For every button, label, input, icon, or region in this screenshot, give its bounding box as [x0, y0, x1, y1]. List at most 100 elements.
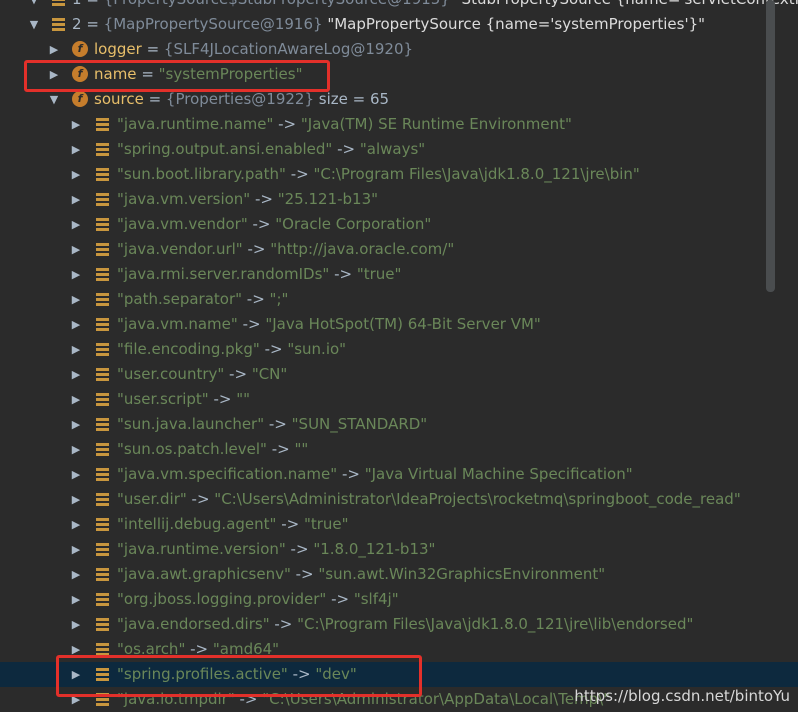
expand-arrow-icon[interactable]: ▶ — [70, 512, 82, 537]
entry-value: "CN" — [251, 365, 288, 383]
collapse-arrow-icon[interactable]: ▼ — [48, 87, 60, 112]
expand-arrow-icon[interactable]: ▶ — [70, 462, 82, 487]
property-entry-row[interactable]: ▶ "java.vm.version" -> "25.121-b13" — [0, 187, 798, 212]
expand-arrow-icon[interactable]: ▶ — [70, 312, 82, 337]
expand-arrow-icon[interactable]: ▶ — [70, 262, 82, 287]
entry-key: "java.rmi.server.randomIDs" — [117, 265, 330, 283]
property-entry-row[interactable]: ▶ "file.encoding.pkg" -> "sun.io" — [0, 337, 798, 362]
entry-arrow: -> — [208, 390, 237, 408]
expand-arrow-icon[interactable]: ▶ — [70, 162, 82, 187]
expand-arrow-icon[interactable]: ▶ — [70, 112, 82, 137]
entry-value: "1.8.0_121-b13" — [313, 540, 436, 558]
property-entry-row[interactable]: ▶ "sun.os.patch.level" -> "" — [0, 437, 798, 462]
tree-row-1[interactable]: ▼ 1 = {PropertySource$StubPropertySource… — [0, 0, 798, 12]
expand-arrow-icon[interactable]: ▶ — [70, 662, 82, 687]
entry-arrow: -> — [285, 165, 314, 183]
property-entry-row[interactable]: ▶ "java.vm.name" -> "Java HotSpot(TM) 64-… — [0, 312, 798, 337]
property-entry-row[interactable]: ▶ "path.separator" -> ";" — [0, 287, 798, 312]
entry-key: "java.awt.graphicsenv" — [117, 565, 291, 583]
property-entry-row[interactable]: ▶ "java.endorsed.dirs" -> "C:\Program Fil… — [0, 612, 798, 637]
property-entry-row[interactable]: ▶ "sun.java.launcher" -> "SUN_STANDARD" — [0, 412, 798, 437]
expand-arrow-icon[interactable]: ▶ — [70, 337, 82, 362]
expand-arrow-icon[interactable]: ▶ — [70, 362, 82, 387]
expand-arrow-icon[interactable]: ▶ — [70, 587, 82, 612]
property-entry-row[interactable]: ▶ "user.dir" -> "C:\Users\Administrator\I… — [0, 487, 798, 512]
collapse-arrow-icon[interactable]: ▼ — [28, 12, 40, 37]
tree-row-logger[interactable]: ▶ f logger = {SLF4JLocationAwareLog@1920… — [0, 37, 798, 62]
expand-arrow-icon[interactable]: ▶ — [70, 562, 82, 587]
field-name: source — [94, 90, 144, 108]
property-entry-row[interactable]: ▶ "user.country" -> "CN" — [0, 362, 798, 387]
entry-key: "java.io.tmpdir" — [117, 690, 235, 708]
entry-key: "java.endorsed.dirs" — [117, 615, 270, 633]
entry-value: ";" — [269, 290, 289, 308]
property-entry-row[interactable]: ▶ "intellij.debug.agent" -> "true" — [0, 512, 798, 537]
property-entry-row[interactable]: ▶ "java.runtime.version" -> "1.8.0_121-b1… — [0, 537, 798, 562]
vertical-scrollbar[interactable] — [766, 0, 775, 292]
field-icon: f — [72, 91, 88, 107]
entry-arrow: -> — [224, 365, 252, 383]
entry-arrow: -> — [326, 590, 354, 608]
list-entry-icon — [96, 493, 109, 506]
entry-arrow: -> — [332, 140, 360, 158]
entry-key: "user.country" — [117, 365, 225, 383]
entry-key: "java.vm.name" — [117, 315, 238, 333]
entry-value: "SUN_STANDARD" — [291, 415, 428, 433]
expand-arrow-icon[interactable]: ▶ — [70, 212, 82, 237]
entry-arrow: -> — [287, 665, 316, 683]
collapse-arrow-icon[interactable]: ▼ — [28, 0, 40, 12]
entry-arrow: -> — [234, 690, 263, 708]
property-entry-row[interactable]: ▶ "os.arch" -> "amd64" — [0, 637, 798, 662]
field-icon: f — [72, 66, 88, 82]
entry-key: "path.separator" — [117, 290, 243, 308]
property-entry-row[interactable]: ▶ "org.jboss.logging.provider" -> "slf4j" — [0, 587, 798, 612]
property-entry-row[interactable]: ▶ "sun.boot.library.path" -> "C:\Program … — [0, 162, 798, 187]
tree-row-2[interactable]: ▼ 2 = {MapPropertySource@1916} "MapPrope… — [0, 12, 798, 37]
expand-arrow-icon[interactable]: ▶ — [48, 62, 60, 87]
size-label: size = 65 — [314, 90, 390, 108]
list-entry-icon — [96, 593, 109, 606]
field-name: name — [94, 65, 137, 83]
property-entry-row[interactable]: ▶ "spring.profiles.active" -> "dev" — [0, 662, 798, 687]
property-entry-row[interactable]: ▶ "java.vm.specification.name" -> "Java V… — [0, 462, 798, 487]
property-entry-row[interactable]: ▶ "spring.output.ansi.enabled" -> "always… — [0, 137, 798, 162]
expand-arrow-icon[interactable]: ▶ — [70, 612, 82, 637]
property-entry-row[interactable]: ▶ "java.vendor.url" -> "http://java.oracl… — [0, 237, 798, 262]
entry-key: "java.vm.specification.name" — [117, 465, 338, 483]
tree-row-source[interactable]: ▼ f source = {Properties@1922} size = 65 — [0, 87, 798, 112]
expand-arrow-icon[interactable]: ▶ — [48, 37, 60, 62]
list-entry-icon — [96, 368, 109, 381]
list-entry-icon — [96, 168, 109, 181]
expand-arrow-icon[interactable]: ▶ — [70, 687, 82, 712]
object-ref: {Properties@1922} — [165, 90, 314, 108]
entry-value: "sun.io" — [287, 340, 347, 358]
entry-key: "spring.profiles.active" — [117, 665, 288, 683]
expand-arrow-icon[interactable]: ▶ — [70, 237, 82, 262]
row-index: 2 — [72, 15, 82, 33]
property-entry-row[interactable]: ▶ "java.awt.graphicsenv" -> "sun.awt.Win3… — [0, 562, 798, 587]
tree-row-name[interactable]: ▶ f name = "systemProperties" — [0, 62, 798, 87]
expand-arrow-icon[interactable]: ▶ — [70, 387, 82, 412]
entry-arrow: -> — [264, 415, 292, 433]
entry-key: "java.runtime.name" — [117, 115, 274, 133]
expand-arrow-icon[interactable]: ▶ — [70, 412, 82, 437]
entry-key: "intellij.debug.agent" — [117, 515, 277, 533]
property-entry-row[interactable]: ▶ "java.rmi.server.randomIDs" -> "true" — [0, 262, 798, 287]
expand-arrow-icon[interactable]: ▶ — [70, 487, 82, 512]
expand-arrow-icon[interactable]: ▶ — [70, 637, 82, 662]
entry-key: "sun.java.launcher" — [117, 415, 265, 433]
expand-arrow-icon[interactable]: ▶ — [70, 437, 82, 462]
entry-value: "C:\Program Files\Java\jdk1.8.0_121\jre\… — [297, 615, 694, 633]
entry-key: "user.script" — [117, 390, 209, 408]
expand-arrow-icon[interactable]: ▶ — [70, 287, 82, 312]
property-entry-row[interactable]: ▶ "java.vm.vendor" -> "Oracle Corporation… — [0, 212, 798, 237]
expand-arrow-icon[interactable]: ▶ — [70, 537, 82, 562]
property-entry-row[interactable]: ▶ "java.runtime.name" -> "Java(TM) SE Run… — [0, 112, 798, 137]
expand-arrow-icon[interactable]: ▶ — [70, 187, 82, 212]
list-entry-icon — [96, 393, 109, 406]
expand-arrow-icon[interactable]: ▶ — [70, 137, 82, 162]
field-icon: f — [72, 41, 88, 57]
property-entry-row[interactable]: ▶ "user.script" -> "" — [0, 387, 798, 412]
entry-arrow: -> — [242, 290, 270, 308]
list-entry-icon — [52, 0, 65, 6]
